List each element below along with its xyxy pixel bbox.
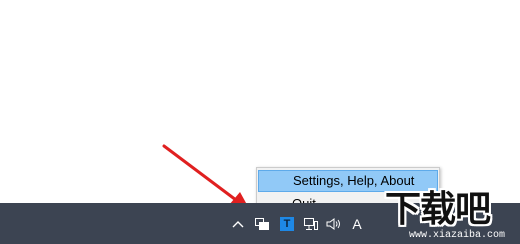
network-icon[interactable] [302,203,320,244]
app-windows-icon[interactable] [253,203,271,244]
t-app-label: T [280,216,294,231]
menu-item-settings-help-about[interactable]: Settings, Help, About [258,170,438,192]
input-language-icon[interactable]: A [349,203,365,244]
taskbar: T A [0,203,520,244]
t-app-icon[interactable]: T [279,203,295,244]
volume-icon[interactable] [325,203,343,244]
chevron-up-icon[interactable] [230,203,246,244]
